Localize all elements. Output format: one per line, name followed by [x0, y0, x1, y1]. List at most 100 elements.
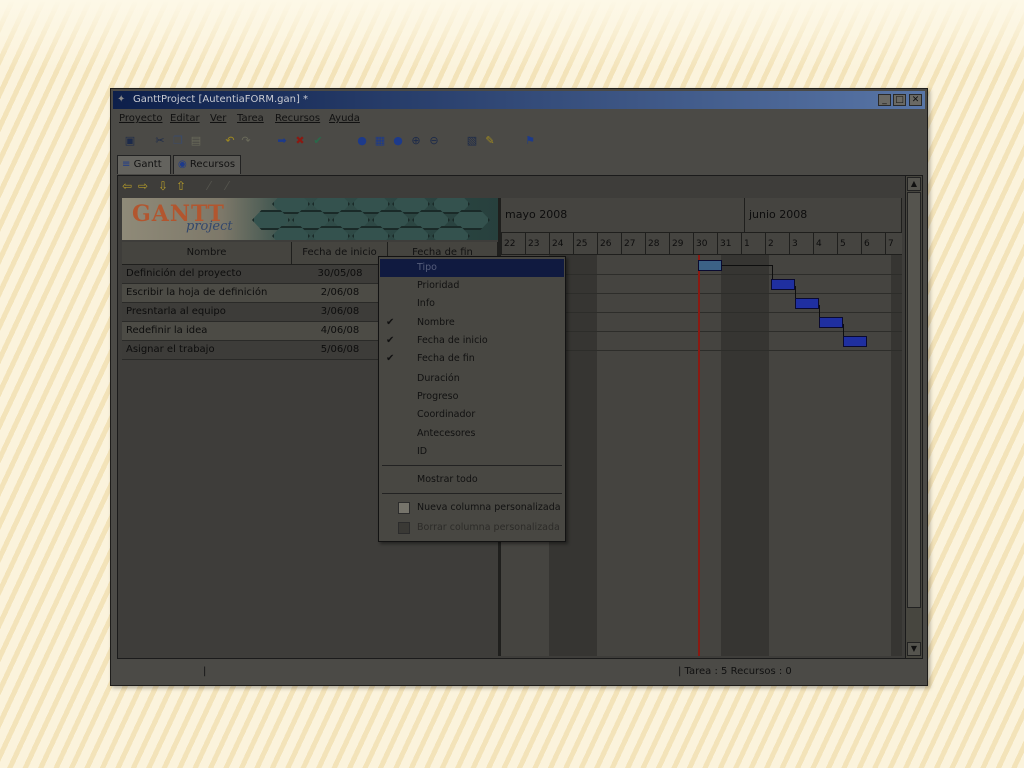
menu-item-antecesores[interactable]: Antecesores [380, 425, 564, 443]
menu-ayuda[interactable]: Ayuda [329, 113, 360, 124]
menu-recursos[interactable]: Recursos [275, 113, 320, 124]
col-nombre[interactable]: Nombre [122, 242, 292, 264]
day-label: 24 [549, 233, 573, 255]
menu-item-coordinador[interactable]: Coordinador [380, 406, 564, 424]
calendar-icon[interactable]: ⚑ [523, 134, 537, 148]
menu-item-fecha-fin[interactable]: ✔ Fecha de fin [380, 350, 564, 368]
col-fecha-inicio[interactable]: Fecha de inicio [292, 242, 388, 264]
day-label: 30 [693, 233, 717, 255]
vertical-scrollbar[interactable]: ▲ ▼ [905, 176, 922, 658]
resources-tab-icon: ◉ [178, 159, 187, 170]
menu-item-progreso[interactable]: Progreso [380, 388, 564, 406]
day-label: 3 [789, 233, 813, 255]
cut-icon[interactable]: ✂ [153, 134, 167, 148]
menu-ver[interactable]: Ver [210, 113, 226, 124]
dependency-line [819, 305, 820, 317]
scroll-thumb[interactable] [907, 192, 921, 608]
tab-recursos[interactable]: ◉ Recursos [173, 155, 241, 174]
menu-item-label: ID [417, 446, 428, 457]
menu-separator [382, 493, 562, 494]
previous-icon[interactable]: ● [355, 134, 369, 148]
status-counts: | Tarea : 5 Recursos : 0 [678, 666, 792, 677]
link-icon[interactable]: ⁄ [208, 178, 210, 194]
menu-item-nombre[interactable]: ✔ Nombre [380, 314, 564, 332]
menu-proyecto[interactable]: Proyecto [119, 113, 162, 124]
save-icon[interactable]: ▣ [123, 134, 137, 148]
menu-item-label: Tipo [417, 262, 437, 273]
menu-item-borrar-columna: Borrar columna personalizada [380, 519, 564, 537]
redo-icon[interactable]: ↷ [239, 134, 253, 148]
delete-task-icon[interactable]: ✖ [293, 134, 307, 148]
arrow-right-icon[interactable]: ⇨ [138, 178, 148, 194]
slide-background [0, 0, 1024, 70]
day-label: 5 [837, 233, 861, 255]
menu-item-label: Mostrar todo [417, 474, 478, 485]
menu-item-id[interactable]: ID [380, 443, 564, 461]
menu-item-nueva-columna[interactable]: Nueva columna personalizada [380, 499, 564, 517]
properties-icon[interactable]: ✔ [311, 134, 325, 148]
unlink-icon[interactable]: ⁄ [226, 178, 228, 194]
print-icon[interactable]: ▧ [465, 134, 479, 148]
maximize-button[interactable]: □ [893, 94, 906, 106]
arrow-left-icon[interactable]: ⇦ [122, 178, 132, 194]
task-start: 5/06/08 [320, 344, 360, 355]
scroll-up-icon[interactable]: ▲ [907, 177, 921, 191]
menu-item-label: Duración [417, 373, 460, 384]
task-bar[interactable] [819, 317, 843, 328]
grid-icon[interactable]: ▦ [373, 134, 387, 148]
day-label: 31 [717, 233, 741, 255]
day-label: 29 [669, 233, 693, 255]
dependency-line [843, 324, 844, 336]
menu-separator [382, 465, 562, 466]
task-bar[interactable] [843, 336, 867, 347]
menu-item-prioridad[interactable]: Prioridad [380, 277, 564, 295]
close-button[interactable]: ✕ [909, 94, 922, 106]
day-label: 2 [765, 233, 789, 255]
zoom-in-icon[interactable]: ⊕ [409, 134, 423, 148]
zoom-out-icon[interactable]: ⊖ [427, 134, 441, 148]
arrow-down-icon[interactable]: ⇩ [158, 178, 168, 194]
month-header: junio 2008 [745, 198, 902, 232]
weekend-shade [891, 255, 902, 656]
task-name: Asignar el trabajo [126, 344, 215, 355]
menu-item-label: Fecha de fin [417, 353, 475, 364]
check-icon: ✔ [386, 317, 395, 328]
task-name: Escribir la hoja de definición [126, 287, 268, 298]
task-bar[interactable] [698, 260, 722, 271]
task-bar[interactable] [771, 279, 795, 290]
task-start: 3/06/08 [320, 306, 360, 317]
day-label: 1 [741, 233, 765, 255]
paste-icon[interactable]: ▤ [189, 134, 203, 148]
dependency-line [722, 265, 773, 266]
task-start: 4/06/08 [320, 325, 360, 336]
ganttproject-logo: GANTT project [122, 198, 498, 240]
app-icon: ✦ [117, 94, 126, 105]
menu-tarea[interactable]: Tarea [237, 113, 264, 124]
delete-column-icon [398, 522, 410, 534]
day-label: 26 [597, 233, 621, 255]
today-line [698, 255, 700, 656]
day-label: 7 [885, 233, 902, 255]
task-name: Redefinir la idea [126, 325, 208, 336]
next-icon[interactable]: ● [391, 134, 405, 148]
menu-item-mostrar-todo[interactable]: Mostrar todo [380, 471, 564, 489]
new-task-icon[interactable]: ➡ [275, 134, 289, 148]
menu-item-fecha-inicio[interactable]: ✔ Fecha de inicio [380, 332, 564, 350]
copy-icon[interactable]: ❐ [171, 134, 185, 148]
export-icon[interactable]: ✎ [483, 134, 497, 148]
menu-item-duracion[interactable]: Duración [380, 370, 564, 388]
minimize-button[interactable]: _ [878, 94, 891, 106]
day-label: 27 [621, 233, 645, 255]
scroll-down-icon[interactable]: ▼ [907, 642, 921, 656]
menu-item-info[interactable]: Info [380, 295, 564, 313]
arrow-up-icon[interactable]: ⇧ [176, 178, 186, 194]
task-bar[interactable] [795, 298, 819, 309]
tab-gantt[interactable]: ≡ Gantt [117, 155, 171, 174]
status-bar: | | Tarea : 5 Recursos : 0 [115, 663, 923, 681]
menu-item-tipo[interactable]: Tipo [380, 259, 564, 277]
undo-icon[interactable]: ↶ [223, 134, 237, 148]
window-title: GanttProject [AutentiaFORM.gan] * [133, 94, 309, 105]
logo-sub: project [186, 219, 233, 234]
menu-editar[interactable]: Editar [170, 113, 200, 124]
menu-item-label: Progreso [417, 391, 459, 402]
